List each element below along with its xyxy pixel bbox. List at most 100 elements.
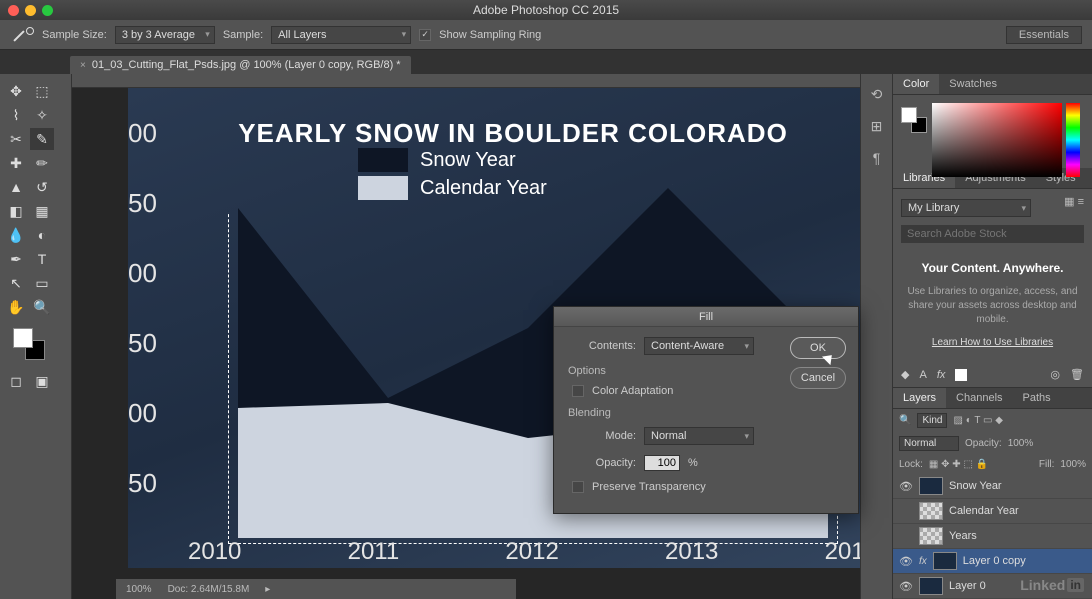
- opacity-input[interactable]: [644, 455, 680, 471]
- color-field[interactable]: [932, 103, 1062, 177]
- mode-label: Mode:: [566, 430, 636, 442]
- character-panel-icon[interactable]: ¶: [867, 148, 887, 168]
- visibility-icon[interactable]: 👁: [899, 580, 913, 593]
- collapsed-panel-dock: ⟲ ⊞ ¶: [860, 74, 892, 599]
- sample-label: Sample:: [223, 29, 263, 41]
- contents-label: Contents:: [566, 340, 636, 352]
- move-tool-icon[interactable]: ✥: [4, 80, 28, 102]
- show-sampling-ring-checkbox[interactable]: ✓: [419, 29, 431, 41]
- sample-size-dropdown[interactable]: 3 by 3 Average: [115, 26, 215, 44]
- brush-tool-icon[interactable]: ✏: [30, 152, 54, 174]
- doc-size: Doc: 2.64M/15.8M: [168, 584, 250, 595]
- channels-tab[interactable]: Channels: [946, 388, 1012, 408]
- eraser-tool-icon[interactable]: ◧: [4, 200, 28, 222]
- add-character-style-icon[interactable]: A: [919, 369, 926, 381]
- layer-filter-kind[interactable]: Kind: [917, 413, 947, 428]
- x-tick: 2013: [665, 538, 718, 566]
- x-tick: 2012: [505, 538, 558, 566]
- document-tab-label: 01_03_Cutting_Flat_Psds.jpg @ 100% (Laye…: [92, 59, 401, 71]
- paths-tab[interactable]: Paths: [1013, 388, 1061, 408]
- zoom-level[interactable]: 100%: [126, 584, 152, 595]
- blur-tool-icon[interactable]: 💧: [4, 224, 28, 246]
- screen-mode-icon[interactable]: ▣: [30, 370, 54, 392]
- crop-tool-icon[interactable]: ✂: [4, 128, 28, 150]
- titlebar: Adobe Photoshop CC 2015: [0, 0, 1092, 20]
- healing-brush-tool-icon[interactable]: ✚: [4, 152, 28, 174]
- horizontal-ruler: [72, 74, 860, 88]
- x-tick: 2014: [825, 538, 860, 566]
- dialog-title: Fill: [554, 307, 858, 327]
- fill-dialog: Fill OK Cancel Contents: Content-Aware O…: [553, 306, 859, 514]
- document-tab-bar: × 01_03_Cutting_Flat_Psds.jpg @ 100% (La…: [0, 50, 1092, 74]
- maximize-window-icon[interactable]: [42, 5, 53, 16]
- layer-row[interactable]: 👁Snow Year: [893, 474, 1092, 499]
- properties-panel-icon[interactable]: ⊞: [867, 116, 887, 136]
- opacity-label: Opacity:: [566, 457, 636, 469]
- color-panel: [893, 95, 1092, 168]
- hand-tool-icon[interactable]: ✋: [4, 296, 28, 318]
- libraries-description: Use Libraries to organize, access, and s…: [901, 285, 1084, 327]
- layer-row[interactable]: Calendar Year: [893, 499, 1092, 524]
- layers-tab[interactable]: Layers: [893, 388, 946, 408]
- visibility-icon[interactable]: 👁: [899, 480, 913, 493]
- visibility-icon[interactable]: 👁: [899, 555, 913, 568]
- right-panels: Color Swatches Libraries Adjustments Sty…: [892, 74, 1092, 599]
- magic-wand-tool-icon[interactable]: ✧: [30, 104, 54, 126]
- show-sampling-ring-label: Show Sampling Ring: [439, 29, 541, 41]
- color-adaptation-label: Color Adaptation: [592, 385, 673, 397]
- swatches-tab[interactable]: Swatches: [939, 74, 1007, 94]
- type-tool-icon[interactable]: T: [30, 248, 54, 270]
- blending-section-label: Blending: [568, 407, 846, 419]
- opacity-pct: %: [688, 457, 698, 469]
- contents-dropdown[interactable]: Content-Aware: [644, 337, 754, 355]
- clone-stamp-tool-icon[interactable]: ▲: [4, 176, 28, 198]
- tools-panel: ✥ ⬚ ⌇ ✧ ✂ ✎ ✚ ✏ ▲ ↺ ◧ ▦ 💧 ◐ ✒ T ↖ ▭ ✋ 🔍 …: [0, 74, 58, 599]
- libraries-title: Your Content. Anywhere.: [901, 261, 1084, 275]
- dodge-tool-icon[interactable]: ◐: [30, 224, 54, 246]
- foreground-background-swatch[interactable]: [13, 328, 45, 360]
- color-tab[interactable]: Color: [893, 74, 939, 94]
- add-layer-style-icon[interactable]: fx: [937, 369, 946, 381]
- eyedropper-tool-icon[interactable]: [10, 25, 34, 45]
- x-axis: 2010 2011 2012 2013 2014: [188, 538, 860, 566]
- minimize-window-icon[interactable]: [25, 5, 36, 16]
- shape-tool-icon[interactable]: ▭: [30, 272, 54, 294]
- vertical-ruler: [58, 74, 72, 599]
- path-selection-tool-icon[interactable]: ↖: [4, 272, 28, 294]
- ok-button[interactable]: OK: [790, 337, 846, 359]
- sync-icon[interactable]: ◎: [1050, 368, 1060, 381]
- sample-dropdown[interactable]: All Layers: [271, 26, 411, 44]
- gradient-tool-icon[interactable]: ▦: [30, 200, 54, 222]
- mode-dropdown[interactable]: Normal: [644, 427, 754, 445]
- search-stock-input[interactable]: [901, 225, 1084, 243]
- layer-row[interactable]: 👁fxLayer 0 copy: [893, 549, 1092, 574]
- libraries-learn-link[interactable]: Learn How to Use Libraries: [901, 337, 1084, 348]
- history-panel-icon[interactable]: ⟲: [867, 84, 887, 104]
- zoom-tool-icon[interactable]: 🔍: [30, 296, 54, 318]
- lasso-tool-icon[interactable]: ⌇: [4, 104, 28, 126]
- trash-icon[interactable]: 🗑: [1070, 368, 1084, 381]
- hue-slider[interactable]: [1066, 103, 1080, 177]
- add-graphic-icon[interactable]: ◆: [901, 368, 909, 381]
- close-tab-icon[interactable]: ×: [80, 60, 86, 71]
- layer-row[interactable]: Years: [893, 524, 1092, 549]
- preserve-transparency-checkbox[interactable]: [572, 481, 584, 493]
- workspace-dropdown[interactable]: Essentials: [1006, 26, 1082, 44]
- status-bar: 100% Doc: 2.64M/15.8M ▸: [116, 579, 516, 599]
- x-tick: 2011: [348, 538, 400, 566]
- blend-mode-dropdown[interactable]: Normal: [899, 436, 959, 451]
- pen-tool-icon[interactable]: ✒: [4, 248, 28, 270]
- eyedropper-tool-icon[interactable]: ✎: [30, 128, 54, 150]
- sample-size-label: Sample Size:: [42, 29, 107, 41]
- close-window-icon[interactable]: [8, 5, 19, 16]
- add-color-icon[interactable]: [955, 369, 967, 381]
- quick-mask-icon[interactable]: ◻: [4, 370, 28, 392]
- cancel-button[interactable]: Cancel: [790, 367, 846, 389]
- document-tab[interactable]: × 01_03_Cutting_Flat_Psds.jpg @ 100% (La…: [70, 56, 411, 74]
- marquee-tool-icon[interactable]: ⬚: [30, 80, 54, 102]
- color-adaptation-checkbox[interactable]: [572, 385, 584, 397]
- app-title: Adobe Photoshop CC 2015: [473, 3, 619, 17]
- library-dropdown[interactable]: My Library: [901, 199, 1031, 217]
- history-brush-tool-icon[interactable]: ↺: [30, 176, 54, 198]
- x-tick: 2010: [188, 538, 241, 566]
